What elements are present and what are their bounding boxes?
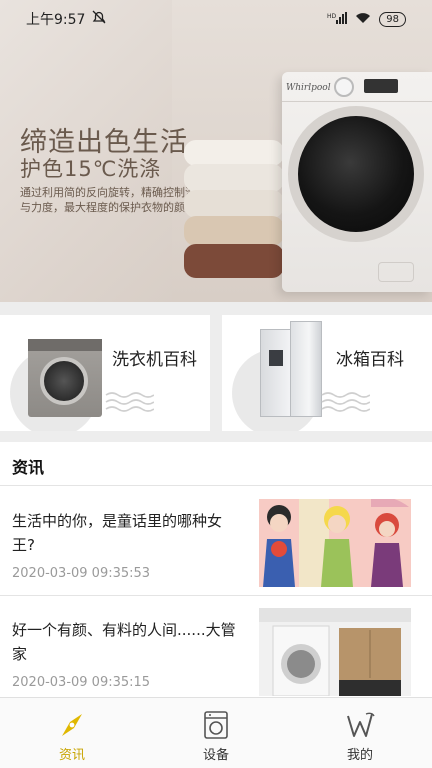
hero-subtitle: 护色15℃洗涤 xyxy=(20,157,162,181)
washing-machine-icon xyxy=(204,711,228,739)
tab-profile-label: 我的 xyxy=(346,748,373,763)
news-time: 2020-03-09 09:35:15 xyxy=(12,675,151,690)
news-title: 生活中的你，是童话里的哪种女王? xyxy=(12,512,223,554)
waves-icon xyxy=(321,392,370,412)
news-item[interactable]: 生活中的你，是童话里的哪种女王? 2020-03-09 09:35:53 xyxy=(0,487,432,596)
tab-devices[interactable]: 设备 xyxy=(144,698,288,768)
news-title: 好一个有颜、有料的人间......大管家 xyxy=(12,621,236,663)
bottom-navigation: 资讯 设备 我的 xyxy=(0,697,432,768)
tab-news-label: 资讯 xyxy=(58,748,85,763)
network-type: HD xyxy=(327,13,337,20)
waves-icon xyxy=(105,392,154,412)
category-label: 冰箱百科 xyxy=(336,350,404,370)
signal-icon: HD xyxy=(327,11,348,27)
battery-indicator: 98 xyxy=(379,11,406,27)
hero-banner[interactable]: 缔造出色生活 护色15℃洗涤 通过利用简的反向旋转，精确控制洗涤角度与力度，最大… xyxy=(0,0,432,302)
wifi-icon xyxy=(355,12,371,27)
notification-off-icon xyxy=(91,10,107,28)
w-logo-icon xyxy=(347,712,375,737)
towel-stack-image xyxy=(184,140,284,280)
news-item[interactable]: 好一个有颜、有料的人间......大管家 2020-03-09 09:35:15 xyxy=(0,596,432,696)
status-bar: 上午9:57 HD 98 xyxy=(0,0,432,38)
news-heading: 资讯 xyxy=(12,458,45,477)
compass-icon xyxy=(62,714,82,736)
tab-profile[interactable]: 我的 xyxy=(288,698,432,768)
washing-machine-image: Whirlpool xyxy=(282,72,432,292)
category-section: 洗衣机百科 冰箱百科 xyxy=(0,302,432,442)
news-time: 2020-03-09 09:35:53 xyxy=(12,566,151,581)
news-thumbnail xyxy=(259,608,411,696)
tab-devices-label: 设备 xyxy=(202,748,229,763)
news-section-header: 资讯 xyxy=(0,442,432,486)
refrigerator-wiki-card[interactable]: 冰箱百科 xyxy=(222,315,432,431)
category-label: 洗衣机百科 xyxy=(112,350,197,370)
status-time: 上午9:57 xyxy=(26,12,86,28)
washing-machine-icon xyxy=(28,339,102,417)
news-thumbnail xyxy=(259,499,411,587)
brand-logo: Whirlpool xyxy=(286,83,331,93)
washing-machine-wiki-card[interactable]: 洗衣机百科 xyxy=(0,315,210,431)
tab-news[interactable]: 资讯 xyxy=(0,698,144,768)
